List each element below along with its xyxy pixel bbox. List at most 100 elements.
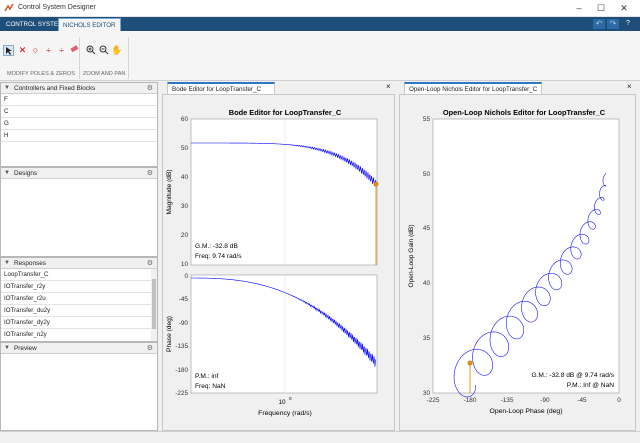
mag-tick: 40 — [181, 174, 189, 181]
collapse-icon[interactable]: ▼ — [4, 343, 10, 354]
pane-options-icon[interactable]: ⚙ — [147, 83, 153, 94]
close-icon[interactable]: × — [386, 82, 391, 91]
ribbon-tab-strip: CONTROL SYSTEM NICHOLS EDITOR ↶ ↷ ? — [0, 17, 640, 31]
gain-margin-text: G.M.: -32.8 dB — [195, 243, 238, 250]
bode-plot[interactable]: Bode Editor for LoopTransfer_C 60 50 40 … — [163, 95, 394, 430]
controllers-pane: ▼ Controllers and Fixed Blocks ⚙ F C G H — [0, 82, 158, 167]
nichols-ytick: 45 — [423, 225, 431, 232]
pane-options-icon[interactable]: ⚙ — [147, 258, 153, 269]
nichols-ytick: 30 — [423, 390, 431, 397]
toolstrip: ✕ ○ ÷ ÷ MODIFY POLES & ZEROS ✋ ZOOM AND … — [0, 31, 640, 81]
help-icon[interactable]: ? — [622, 19, 634, 29]
phase-margin-freq: Freq: NaN — [195, 383, 226, 390]
preview-title: Preview — [14, 345, 37, 352]
pane-options-icon[interactable]: ⚙ — [147, 168, 153, 179]
add-zero-icon[interactable]: ○ — [30, 45, 41, 56]
nichols-ytick: 35 — [423, 335, 431, 342]
add-pole-icon[interactable]: ✕ — [17, 45, 28, 56]
list-item[interactable]: IOTransfer_r2u — [1, 293, 151, 305]
redo-icon[interactable]: ↷ — [607, 19, 619, 29]
mag-tick: 60 — [181, 116, 189, 123]
preview-pane: ▼ Preview ⚙ — [0, 342, 158, 431]
nichols-xtick: -225 — [427, 397, 440, 404]
nichols-plot[interactable]: Open-Loop Nichols Editor for LoopTransfe… — [400, 95, 635, 430]
x-tick-base: 10 — [278, 399, 286, 406]
controllers-header[interactable]: ▼ Controllers and Fixed Blocks ⚙ — [1, 83, 157, 94]
gain-margin-marker — [467, 360, 473, 366]
controllers-title: Controllers and Fixed Blocks — [14, 85, 96, 92]
pan-hand-icon[interactable]: ✋ — [111, 45, 122, 56]
tab-nichols-editor-doc[interactable]: Open-Loop Nichols Editor for LoopTransfe… — [404, 82, 542, 94]
collapse-icon[interactable]: ▼ — [4, 83, 10, 94]
bode-tab-label: Bode Editor for LoopTransfer_C — [172, 86, 262, 93]
eraser-icon[interactable] — [68, 45, 79, 56]
nichols-axes — [432, 118, 620, 394]
scrollbar[interactable] — [151, 269, 157, 341]
group-label-zoom: ZOOM AND PAN — [83, 71, 126, 77]
phase-tick: -180 — [175, 367, 188, 374]
nichols-title: Open-Loop Nichols Editor for LoopTransfe… — [443, 108, 606, 117]
nichols-editor-panel[interactable]: Open-Loop Nichols Editor for LoopTransfe… — [399, 94, 636, 431]
bode-editor-panel[interactable]: Bode Editor for LoopTransfer_C 60 50 40 … — [162, 94, 395, 431]
list-item[interactable]: G — [1, 118, 157, 130]
group-separator — [79, 37, 80, 79]
gain-margin-freq: Freq: 9.74 rad/s — [195, 253, 242, 260]
bode-xlabel: Frequency (rad/s) — [258, 410, 312, 417]
zoom-in-icon[interactable] — [85, 45, 96, 56]
add-lead-icon[interactable]: ÷ — [43, 45, 54, 56]
list-item[interactable]: LoopTransfer_C — [1, 269, 151, 281]
x-tick-exponent: 0 — [289, 396, 292, 401]
maximize-icon[interactable]: ☐ — [594, 2, 608, 14]
collapse-icon[interactable]: ▼ — [4, 168, 10, 179]
phase-tick: 0 — [184, 273, 188, 280]
magnitude-ylabel: Magnitude (dB) — [166, 169, 173, 214]
nichols-xtick: 0 — [617, 397, 621, 404]
tab-bode-editor[interactable]: Bode Editor for LoopTransfer_C — [167, 82, 275, 94]
zoom-out-icon[interactable] — [98, 45, 109, 56]
group-separator — [128, 37, 129, 79]
list-item[interactable]: IOTransfer_dy2y — [1, 317, 151, 329]
phase-ylabel: Phase (deg) — [166, 316, 173, 352]
window-title: Control System Designer — [18, 4, 96, 11]
mag-tick: 50 — [181, 145, 189, 152]
nichols-xtick: -90 — [540, 397, 550, 404]
list-item[interactable]: H — [1, 130, 157, 142]
app-icon — [4, 3, 14, 13]
close-icon[interactable]: ✕ — [617, 2, 631, 14]
phase-tick: -45 — [179, 296, 189, 303]
tab-nichols-editor[interactable]: NICHOLS EDITOR — [58, 18, 121, 31]
nichols-xtick: -45 — [577, 397, 587, 404]
close-icon[interactable]: × — [627, 82, 632, 91]
collapse-icon[interactable]: ▼ — [4, 258, 10, 269]
mag-tick: 10 — [181, 261, 189, 268]
designs-title: Designs — [14, 170, 38, 177]
mag-tick: 20 — [181, 232, 189, 239]
minimize-icon[interactable]: – — [572, 2, 586, 14]
responses-header[interactable]: ▼ Responses ⚙ — [1, 258, 157, 269]
list-item[interactable]: C — [1, 106, 157, 118]
list-item[interactable]: IOTransfer_du2y — [1, 305, 151, 317]
list-item[interactable]: IOTransfer_r2y — [1, 281, 151, 293]
add-lag-icon[interactable]: ÷ — [56, 45, 67, 56]
phase-tick: -90 — [179, 320, 189, 327]
nichols-xtick: -135 — [501, 397, 514, 404]
nichols-ytick: 40 — [423, 280, 431, 287]
nichols-tab-label: Open-Loop Nichols Editor for LoopTransfe… — [409, 86, 538, 93]
list-item[interactable]: F — [1, 94, 157, 106]
list-item[interactable]: IOTransfer_n2y — [1, 329, 151, 341]
nichols-xlabel: Open-Loop Phase (deg) — [490, 408, 563, 415]
preview-header[interactable]: ▼ Preview ⚙ — [1, 343, 157, 354]
designs-header[interactable]: ▼ Designs ⚙ — [1, 168, 157, 179]
pane-options-icon[interactable]: ⚙ — [147, 343, 153, 354]
status-bar — [0, 431, 640, 443]
pointer-icon[interactable] — [3, 45, 14, 56]
designs-pane: ▼ Designs ⚙ — [0, 167, 158, 257]
responses-pane: ▼ Responses ⚙ LoopTransfer_C IOTransfer_… — [0, 257, 158, 342]
phase-tick: -135 — [175, 343, 188, 350]
mag-tick: 30 — [181, 203, 189, 210]
scrollbar-thumb[interactable] — [152, 279, 156, 329]
bode-title: Bode Editor for LoopTransfer_C — [229, 108, 342, 117]
nichols-ytick: 50 — [423, 171, 431, 178]
nichols-xtick: -180 — [464, 397, 477, 404]
undo-icon[interactable]: ↶ — [593, 19, 605, 29]
